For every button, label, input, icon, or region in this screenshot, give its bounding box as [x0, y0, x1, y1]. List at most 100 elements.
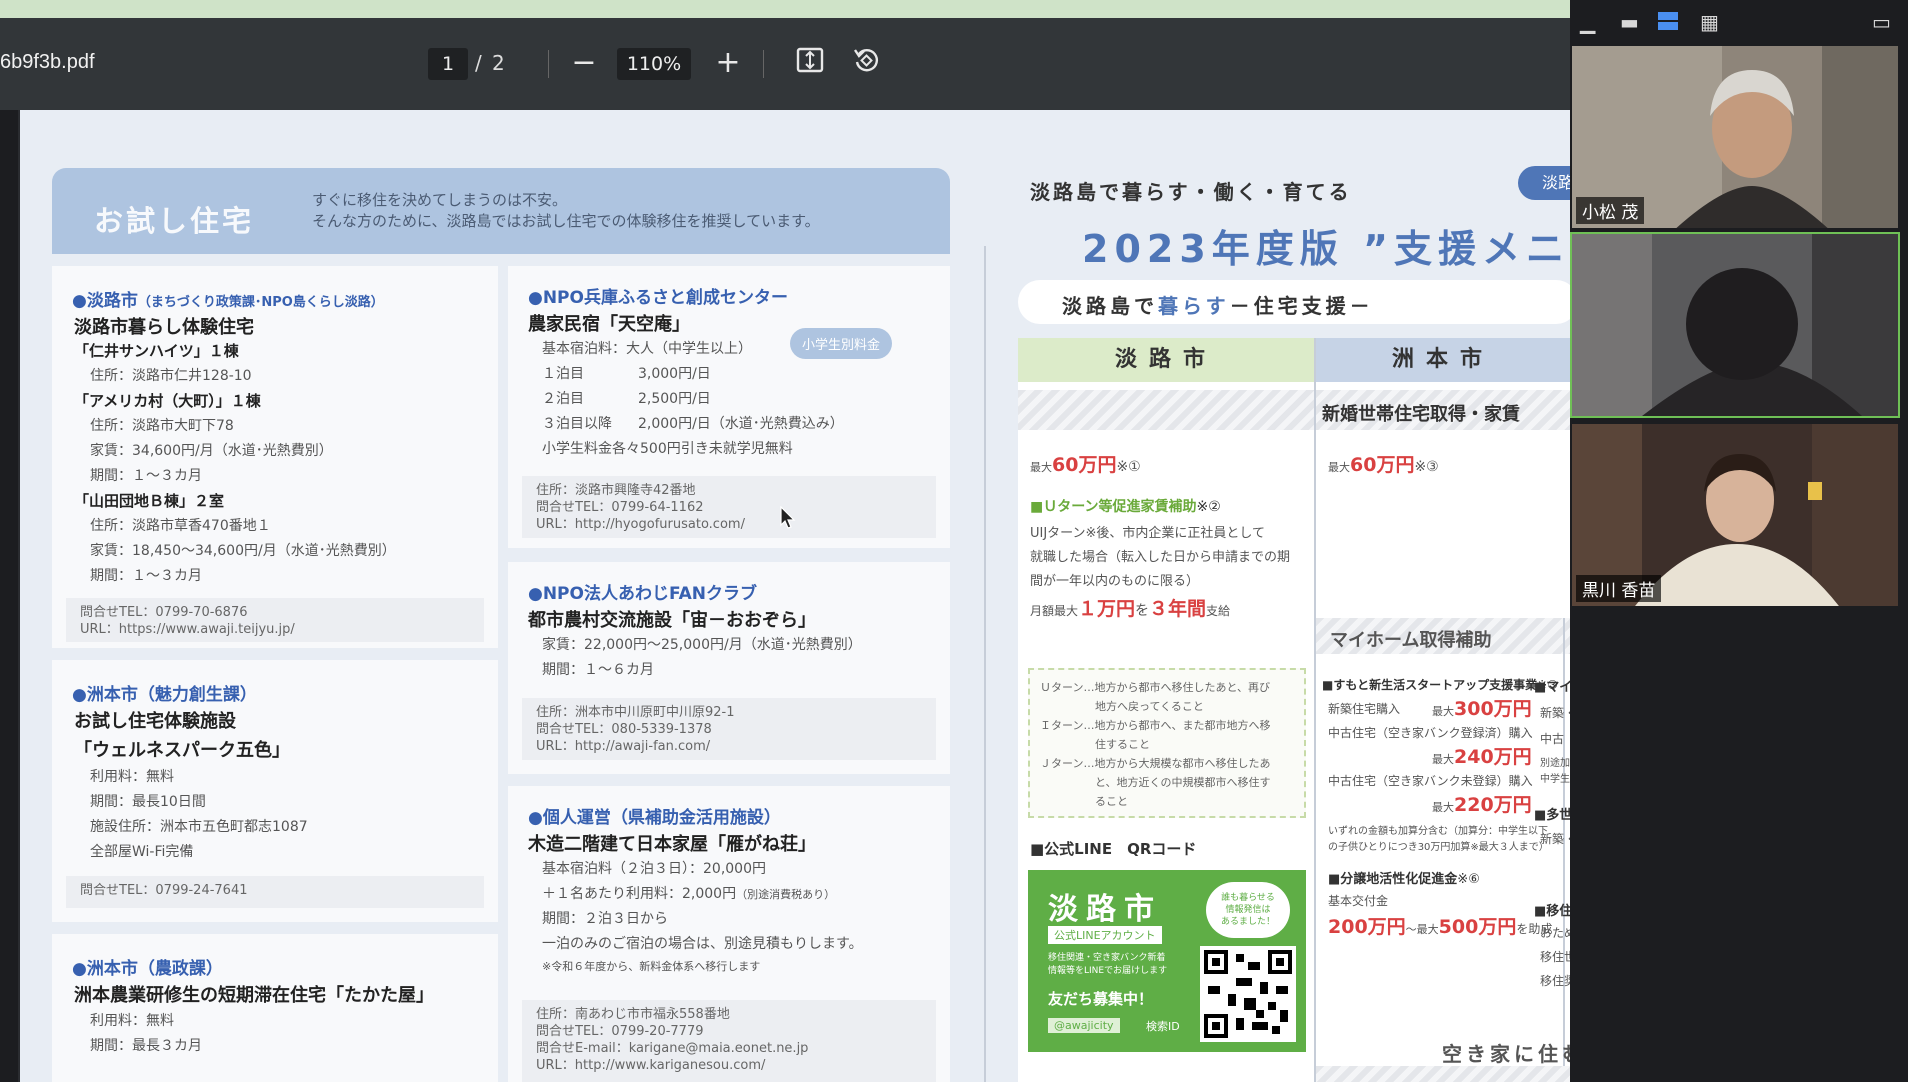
facility-name: 淡路市暮らし体験住宅: [74, 317, 254, 338]
house-3-address: 住所：淡路市草香470番地１: [90, 518, 271, 534]
uturn-title: ■Ｕターン等促進家賃補助※②: [1030, 499, 1221, 515]
estimate-note: 一泊のみのご宿泊の場合は、別途見積もりします。: [542, 936, 863, 952]
video-panel-toolbar: ▁ ▬ ▦ ▭: [1570, 0, 1908, 44]
brochure-title: 2023年度版 ”支援メニュー: [1082, 227, 1570, 271]
bunjo-base: 基本交付金: [1328, 894, 1389, 908]
minimize-icon[interactable]: ▁: [1580, 10, 1595, 34]
uturn-line-2: 就職した場合（転入した日から申請までの期: [1030, 550, 1291, 565]
side-myhome-new: 新築・購入: [1540, 706, 1570, 720]
org-name: ●個人運営（県補助金活用施設）: [528, 808, 781, 828]
org-name: ●洲本市（農政課）: [72, 959, 223, 979]
zoom-level-input[interactable]: 110%: [617, 48, 691, 80]
participant-tile-1[interactable]: 小松 茂: [1570, 44, 1900, 230]
toolbar-divider: [763, 50, 764, 78]
stripe-band: [1316, 1066, 1570, 1082]
house-3-rent: 家賃：18,450～34,600円/月（水道･光熱費別）: [90, 543, 396, 559]
facility-name: 都市農村交流施設「宙－おおぞら」: [528, 610, 816, 631]
pdf-toolbar: 6b9f3b.pdf 1 / 2 − 110% +: [0, 18, 1570, 110]
newlywed-title: 新婚世帯住宅取得・家賃: [1322, 404, 1520, 425]
participant-video-2: [1572, 234, 1898, 416]
rate-extra: ＋１名あたり利用料：2,000円（別途消費税あり）: [542, 886, 836, 902]
page-total: 2: [492, 51, 505, 75]
startup-new: 新築住宅購入: [1328, 702, 1401, 716]
side-relocation-trial: おためし居住世帯: [1540, 926, 1570, 940]
startup-used-reg-amount: 最大240万円: [1432, 746, 1532, 768]
org-name: ●淡路市（まちづくり政策課･NPO島くらし淡路）: [72, 291, 384, 311]
housing-support-bar: 淡路島で暮らす－住宅支援－: [1018, 280, 1570, 324]
column-awaji-city: 淡路市: [1018, 338, 1314, 382]
facility-name-2: 「ウェルネスパーク五色」: [74, 740, 290, 761]
house-2-address: 住所：淡路市大町下78: [90, 418, 234, 434]
side-multigen: ■多世代同居・近居: [1534, 808, 1570, 823]
facility-name: 農家民宿「天空庵」: [528, 314, 690, 335]
bunjo-title: ■分譲地活性化促進金※⑥: [1328, 872, 1480, 887]
line-id: @awajicity: [1048, 1018, 1120, 1033]
house-2-term: 期間：１～３カ月: [90, 468, 202, 484]
org-name: ●NPO兵庫ふるさと創成センター: [528, 288, 788, 308]
side-relocation-household: 移住世帯: [1540, 950, 1570, 964]
house-1-address: 住所：淡路市仁井128-10: [90, 368, 252, 384]
city-badge: 淡路: [1518, 166, 1570, 200]
address: 施設住所：洲本市五色町都志1087: [90, 819, 308, 835]
startup-note-1: いずれの金額も加算分含む（加算分：中学生以下: [1328, 826, 1548, 837]
house-2-rent: 家賃：34,600円/月（水道･光熱費別）: [90, 443, 333, 459]
rate-night-2-price: 2,500円/日: [638, 391, 711, 407]
term: 期間：最長３カ月: [90, 1038, 202, 1054]
bunjo-amount: 200万円～最大500万円を助成: [1328, 916, 1553, 938]
participant-name: 黒川 香苗: [1576, 575, 1662, 602]
card-npo-hyogo: ●NPO兵庫ふるさと創成センター 農家民宿「天空庵」 小学生別料金 基本宿泊料：…: [508, 266, 950, 548]
house-3-term: 期間：１～３カ月: [90, 568, 202, 584]
exit-panel-icon[interactable]: ▭: [1872, 10, 1891, 34]
rate-night-2: ２泊目: [542, 391, 584, 407]
startup-title: ■すもと新生活スタートアップ支援事業※③: [1322, 678, 1558, 692]
contact-box: 問合せTEL：0799-24-7641: [66, 876, 484, 908]
grid-view-icon[interactable]: ▦: [1700, 10, 1719, 34]
uturn-line-3: 間が一年以内のものに限る）: [1030, 574, 1200, 589]
stripe-band: [1018, 390, 1314, 430]
side-relocation-bonus: 移住奨励金: [1540, 974, 1570, 988]
column-sumoto-city: 洲本市: [1316, 338, 1570, 382]
line-friend-recruit: 友だち募集中！: [1048, 990, 1154, 1008]
card-npo-awaji-fan: ●NPO法人あわじFANクラブ 都市農村交流施設「宙－おおぞら」 家賃：22,0…: [508, 562, 950, 774]
rate-children: 小学生料金各々500円引き未就学児無料: [542, 441, 793, 457]
rotate-icon: [854, 49, 878, 72]
brochure-tagline: 淡路島で暮らす・働く・育てる: [1030, 180, 1352, 204]
qr-code-icon: [1200, 946, 1296, 1042]
card-private-karigane: ●個人運営（県補助金活用施設） 木造二階建て日本家屋「雁がね荘」 基本宿泊料（２…: [508, 786, 950, 1082]
akiya-subsidy-title: 空き家に住む場合の補助制: [1442, 1042, 1570, 1066]
facility-name: 洲本農業研修生の短期滞在住宅「たかた屋」: [74, 985, 434, 1006]
facility-name: 木造二階建て日本家屋「雁がね荘」: [528, 834, 816, 855]
page-number-input[interactable]: 1: [428, 48, 468, 80]
house-3: 「山田団地Ｂ棟」２室: [74, 492, 225, 510]
column-divider: [984, 246, 986, 1082]
uturn-line-1: UIJターン※後、市内企業に正社員として: [1030, 526, 1266, 541]
org-name: ●洲本市（魅力創生課）: [72, 685, 257, 705]
participant-name: 小松 茂: [1576, 197, 1645, 224]
line-search-label: 検索ID: [1146, 1020, 1180, 1033]
turn-definitions: Ｕターン…地方から都市へ移住したあと、再び 地方へ戻ってくること Ｉターン…地方…: [1028, 668, 1306, 818]
startup-used-unreg: 中古住宅（空き家バンク未登録）購入: [1328, 774, 1533, 788]
rate-night-3-price: 2,000円/日（水道･光熱費込み）: [638, 416, 844, 432]
section-description: すぐに移住を決めてしまうのは不安。 そんな方のために、淡路島ではお試し住宅での体…: [312, 191, 820, 230]
zoom-in-button[interactable]: +: [708, 45, 748, 83]
participant-tile-3[interactable]: 黒川 香苗: [1570, 422, 1900, 608]
fit-page-button[interactable]: [790, 45, 830, 83]
fit-page-icon: [796, 47, 824, 73]
rotate-button[interactable]: [846, 45, 886, 83]
children-price-bubble: 小学生別料金: [790, 328, 893, 359]
support-table: 淡路市 洲本市 新婚世帯住宅取得・家賃 最大60万円※① 最大60万円※③ ■Ｕ…: [1018, 338, 1570, 1082]
page-separator: /: [475, 51, 482, 75]
house-1: 「仁井サンハイツ」１棟: [74, 342, 239, 360]
zoom-out-button[interactable]: −: [564, 45, 604, 83]
stacked-view-icon[interactable]: [1658, 12, 1678, 30]
contact-box: 住所：洲本市中川原町中川原92-1 問合せTEL：080-5339-1378 U…: [522, 698, 936, 760]
side-myhome-used: 中古: [1540, 732, 1565, 746]
line-speech-bubble: 誰も暮らせる 情報発信は あるました！: [1206, 882, 1290, 938]
pdf-page: お試し住宅 すぐに移住を決めてしまうのは不安。 そんな方のために、淡路島ではお試…: [18, 110, 1570, 1082]
table-divider: [1314, 338, 1316, 1082]
startup-note-2: の子供ひとりにつき30万円加算※最大３人まで）: [1328, 842, 1549, 853]
speaker-view-icon[interactable]: ▬: [1620, 10, 1639, 34]
line-qr-title: ■公式LINE QRコード: [1030, 840, 1197, 858]
participant-tile-2[interactable]: [1570, 232, 1900, 418]
rate-night-1: １泊目: [542, 366, 584, 382]
